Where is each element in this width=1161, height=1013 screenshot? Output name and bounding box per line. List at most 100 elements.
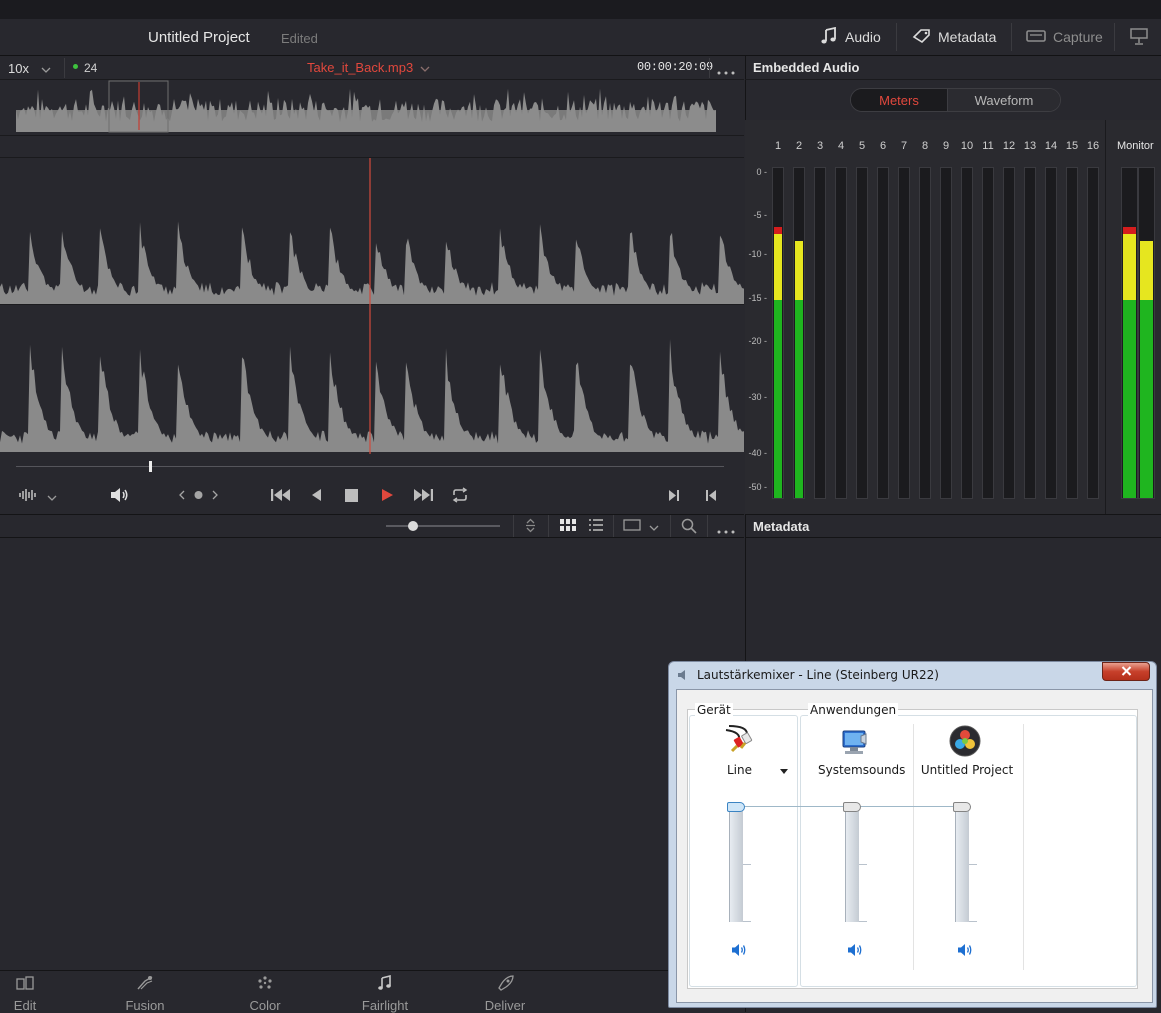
tag-icon xyxy=(912,28,931,47)
color-page-icon xyxy=(256,975,274,994)
channel-meter xyxy=(898,167,910,499)
channel-meter xyxy=(814,167,826,499)
channel-number-label: 15 xyxy=(1065,140,1079,152)
viewer-layout-dropdown[interactable] xyxy=(623,519,659,534)
viewer-options-icon[interactable] xyxy=(717,64,735,79)
divider xyxy=(613,515,614,537)
zoom-dropdown[interactable]: 10x xyxy=(8,59,58,77)
stereo-waveform-graphic xyxy=(0,158,744,454)
clip-name-dropdown[interactable]: Take_it_Back.mp3 xyxy=(307,60,430,75)
untitled-project-mute-button[interactable] xyxy=(957,943,973,960)
close-button[interactable] xyxy=(1102,662,1150,681)
meter-level-fill xyxy=(795,300,803,498)
channel-number-label: 14 xyxy=(1044,140,1058,152)
divider xyxy=(896,23,897,51)
fairlight-page-icon xyxy=(377,974,393,994)
system-sounds-icon xyxy=(839,726,871,761)
waveform-view-dropdown[interactable] xyxy=(18,488,57,505)
channel-meter xyxy=(1045,167,1057,499)
divider xyxy=(1105,120,1106,514)
waveform-display[interactable] xyxy=(0,158,744,454)
next-edit-icon[interactable] xyxy=(668,489,680,505)
chevron-down-icon xyxy=(47,489,57,504)
media-pool-area[interactable] xyxy=(0,538,744,970)
go-to-end-icon[interactable] xyxy=(413,488,434,505)
channel-meter xyxy=(1066,167,1078,499)
project-status: Edited xyxy=(281,31,318,46)
audio-panel-button[interactable]: Audio xyxy=(820,19,881,55)
monitor-label: Monitor xyxy=(1117,140,1154,152)
tab-waveform[interactable]: Waveform xyxy=(948,89,1060,111)
chevron-down-icon xyxy=(41,61,51,76)
systemsounds-volume-slider[interactable] xyxy=(845,804,859,922)
music-note-icon xyxy=(820,26,838,48)
grid-view-icon[interactable] xyxy=(560,519,576,534)
go-to-start-icon[interactable] xyxy=(270,488,291,505)
meter-level-fill xyxy=(774,300,782,498)
slider-tick xyxy=(969,864,977,865)
meter-level-fill xyxy=(774,234,782,300)
play-icon[interactable] xyxy=(381,488,394,505)
thumbnail-size-handle[interactable] xyxy=(408,521,418,531)
sort-icon[interactable] xyxy=(525,518,536,536)
device-volume-slider[interactable] xyxy=(729,804,743,922)
db-scale-label: -20 - xyxy=(748,336,767,346)
previous-edit-icon[interactable] xyxy=(705,489,717,505)
device-selector-dropdown[interactable]: Line xyxy=(723,762,793,777)
page-tab-fairlight[interactable]: Fairlight xyxy=(350,974,420,1013)
device-volume-thumb[interactable] xyxy=(727,802,745,812)
meter-level-fill xyxy=(1123,234,1136,300)
rocket-icon xyxy=(496,975,514,994)
page-tab-deliver[interactable]: Deliver xyxy=(470,975,540,1013)
systemsounds-volume-thumb[interactable] xyxy=(843,802,861,812)
waveform-icon xyxy=(18,488,38,505)
fullscreen-monitor-icon[interactable] xyxy=(1130,28,1148,49)
page-tab-edit[interactable]: Edit xyxy=(0,975,60,1013)
list-view-icon[interactable] xyxy=(589,519,603,534)
db-scale-label: -30 - xyxy=(748,392,767,402)
play-reverse-icon[interactable] xyxy=(310,488,322,505)
channel-number-label: 2 xyxy=(795,140,803,152)
meter-level-fill xyxy=(795,240,803,300)
channel-number-label: 6 xyxy=(879,140,887,152)
thumbnail-size-slider[interactable] xyxy=(386,525,500,527)
page-tab-fusion[interactable]: Fusion xyxy=(110,975,180,1013)
speaker-small-icon xyxy=(677,668,689,685)
capture-device-icon xyxy=(1026,29,1046,46)
loop-icon[interactable] xyxy=(451,487,469,506)
systemsounds-mute-button[interactable] xyxy=(847,943,863,960)
channel-number-label: 4 xyxy=(837,140,845,152)
rectangle-view-icon xyxy=(623,519,641,534)
chevron-down-icon xyxy=(420,60,430,75)
jog-slider-track[interactable] xyxy=(16,466,724,467)
channel-meter xyxy=(856,167,868,499)
waveform-ruler xyxy=(0,136,744,158)
search-icon[interactable] xyxy=(681,518,697,537)
page-tab-color[interactable]: Color xyxy=(230,975,300,1013)
divider xyxy=(513,515,514,537)
speaker-volume-icon[interactable] xyxy=(109,487,129,506)
stop-icon[interactable] xyxy=(345,489,358,505)
db-scale-label: -40 - xyxy=(748,448,767,458)
channel-meter xyxy=(1024,167,1036,499)
untitled-project-volume-thumb[interactable] xyxy=(953,802,971,812)
embedded-audio-title: Embedded Audio xyxy=(753,60,860,75)
channel-number-label: 10 xyxy=(960,140,974,152)
channel-meter xyxy=(982,167,994,499)
waveform-overview[interactable] xyxy=(0,80,744,136)
untitled-project-volume-slider[interactable] xyxy=(955,804,969,922)
pool-options-icon[interactable] xyxy=(717,523,735,538)
divider xyxy=(670,515,671,537)
speaker-icon xyxy=(847,944,863,960)
metadata-panel-button[interactable]: Metadata xyxy=(912,19,996,55)
app-name-systemsounds: Systemsounds xyxy=(818,763,906,777)
jog-slider-handle[interactable] xyxy=(149,461,152,472)
slider-tick xyxy=(743,864,751,865)
tab-meters[interactable]: Meters xyxy=(851,89,948,111)
marker-navigation[interactable] xyxy=(178,489,222,504)
device-group-label: Gerät xyxy=(695,703,733,717)
capture-panel-button[interactable]: Capture xyxy=(1026,19,1103,55)
frame-rate: 24 xyxy=(84,61,98,75)
channel-meter xyxy=(877,167,889,499)
device-mute-button[interactable] xyxy=(731,943,747,960)
